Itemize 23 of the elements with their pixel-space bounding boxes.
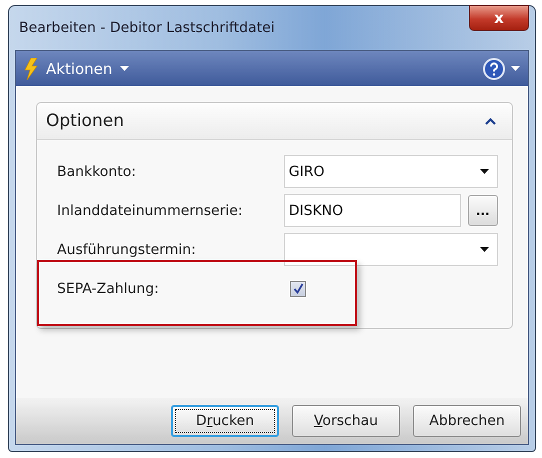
- field-label: SEPA-Zahlung:: [57, 280, 160, 296]
- caret-icon: [480, 247, 489, 252]
- input-field[interactable]: DISKNO: [284, 194, 461, 227]
- close-button[interactable]: x: [469, 5, 529, 31]
- field-label: Bankkonto:: [57, 164, 137, 180]
- window-title: Bearbeiten - Debitor Lastschriftdatei: [19, 20, 275, 36]
- caret-icon: [120, 66, 130, 71]
- dropdown-field[interactable]: [284, 233, 498, 266]
- actions-menu-button[interactable]: Aktionen: [24, 58, 130, 80]
- chevron-icon: [485, 118, 496, 124]
- dialog-button[interactable]: Vorschau: [292, 405, 400, 437]
- dialog-button[interactable]: Drucken: [171, 405, 279, 437]
- dialog-button[interactable]: Abbrechen: [413, 405, 521, 437]
- caret-icon: [480, 169, 489, 174]
- field-label: Ausführungstermin:: [57, 242, 197, 258]
- caret-icon: [511, 66, 520, 71]
- section-header[interactable]: Optionen: [37, 103, 512, 140]
- lightning-icon: [24, 58, 38, 80]
- field-label: Inlanddateinummernserie:: [57, 202, 244, 218]
- lookup-button[interactable]: ...: [468, 195, 498, 226]
- checkbox[interactable]: [290, 280, 306, 296]
- help-icon[interactable]: [483, 58, 505, 80]
- dropdown-field[interactable]: GIRO: [284, 155, 498, 188]
